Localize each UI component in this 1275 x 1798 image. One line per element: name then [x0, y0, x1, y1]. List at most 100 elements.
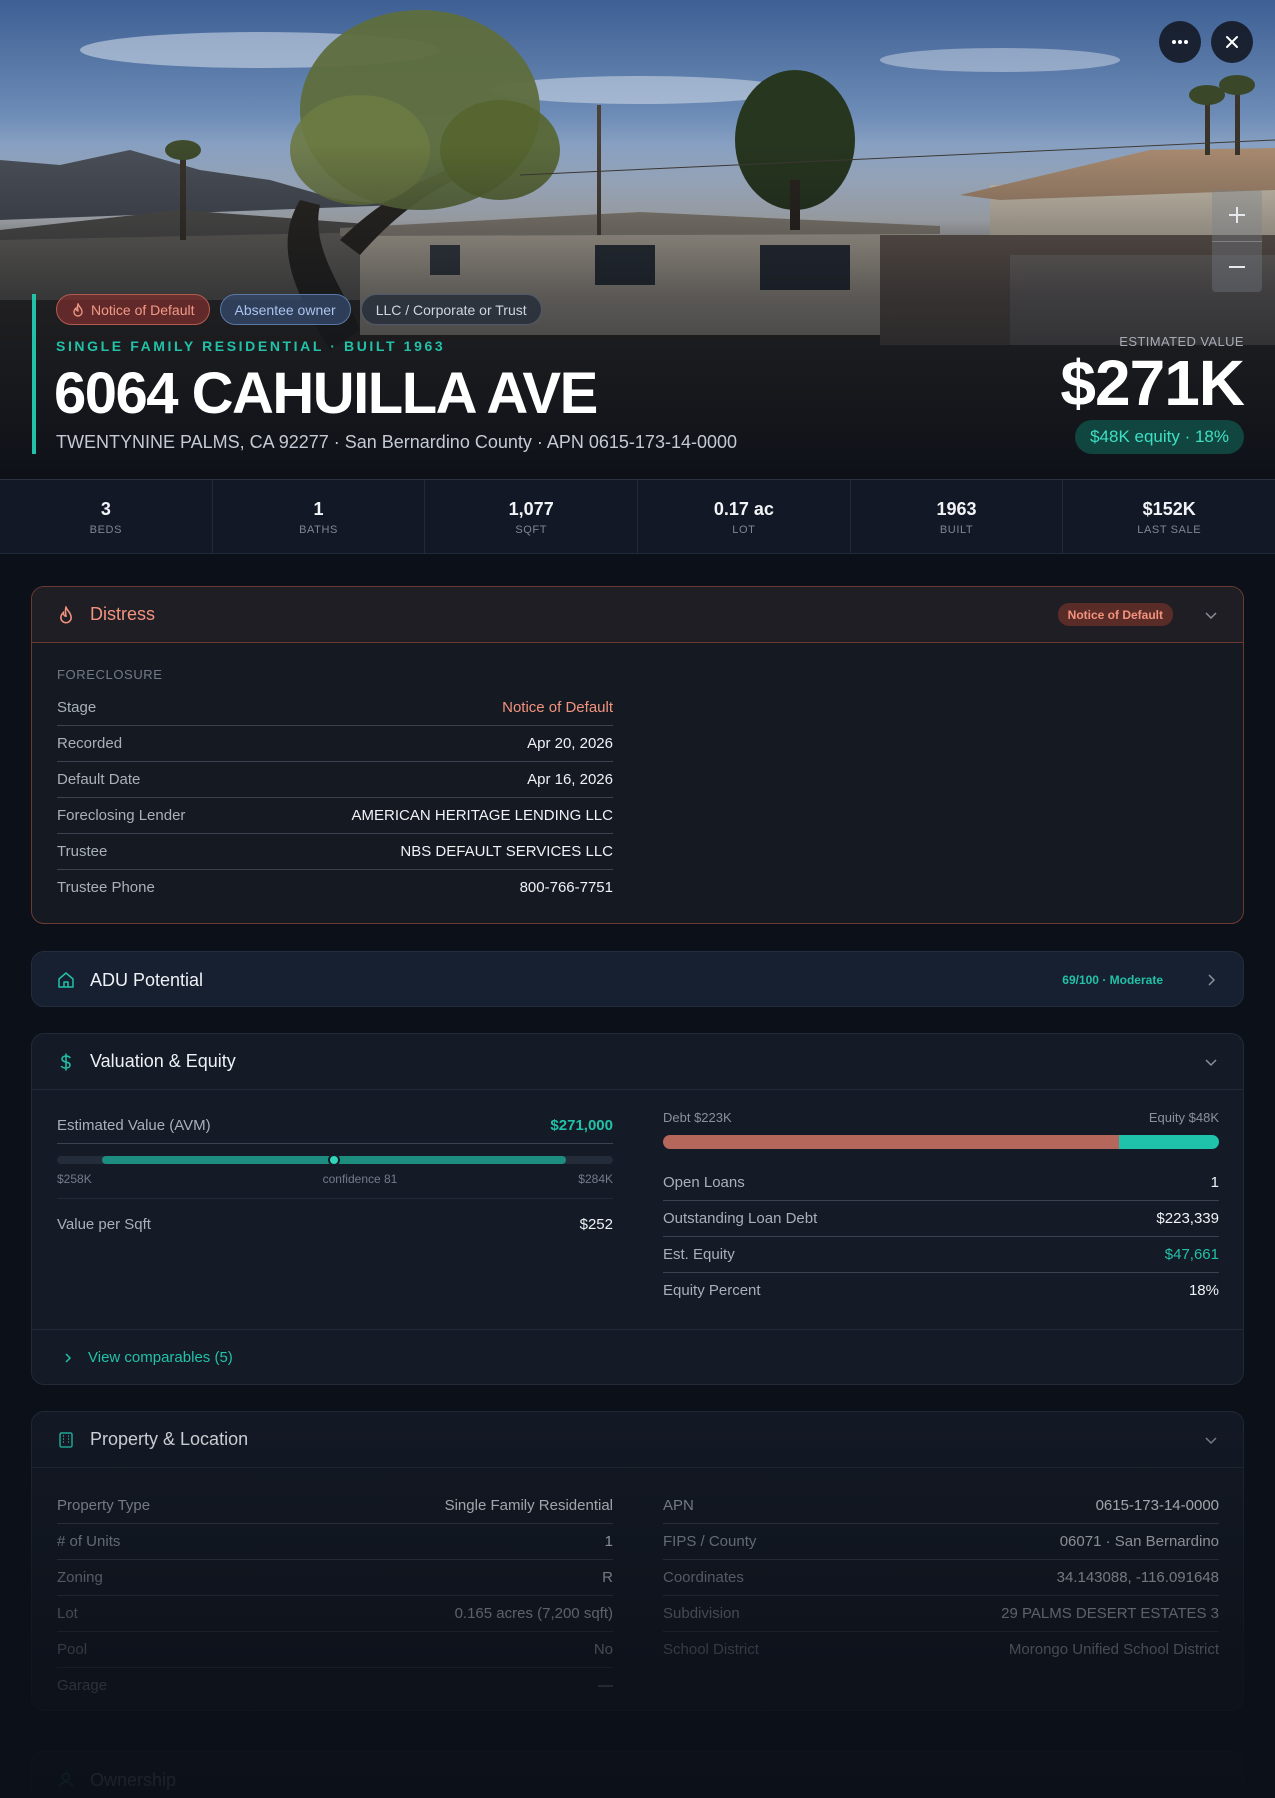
- detail-row: Property Type Single Family Residential: [57, 1487, 613, 1523]
- detail-value: 18%: [1188, 1282, 1219, 1299]
- ownership-title: Ownership: [90, 1769, 177, 1790]
- value-per-sqft-block: Value per Sqft $252: [57, 1206, 613, 1242]
- flame-icon: [73, 302, 83, 317]
- detail-value: Apr 20, 2026: [527, 735, 613, 752]
- chevron-down-icon[interactable]: [1203, 1054, 1219, 1070]
- detail-row: Foreclosing Lender AMERICAN HERITAGE LEN…: [57, 797, 613, 833]
- adu-potential-card[interactable]: ADU Potential 69/100 · Moderate: [31, 951, 1244, 1007]
- person-icon: [56, 1770, 76, 1790]
- detail-value: Notice of Default: [502, 698, 613, 716]
- debt-label: Debt $223K: [663, 1110, 732, 1125]
- tag-label: LLC / Corporate or Trust: [375, 301, 527, 318]
- detail-value: —: [598, 1677, 613, 1694]
- detail-row: School District Morongo Unified School D…: [663, 1631, 1219, 1667]
- chevron-right-icon[interactable]: [1203, 972, 1219, 988]
- tag-absentee-owner[interactable]: Absentee owner: [219, 294, 351, 325]
- valuation-header[interactable]: Valuation & Equity: [32, 1034, 1243, 1090]
- divider: [57, 1198, 613, 1199]
- detail-value: 1: [604, 1533, 613, 1550]
- avm-label: Estimated Value (AVM): [57, 1117, 211, 1134]
- detail-key: APN: [663, 1496, 694, 1514]
- equity-bar: [1119, 1135, 1219, 1149]
- stat-built: 1963 BUILT: [849, 480, 1063, 553]
- stat-label: BEDS: [89, 524, 123, 536]
- detail-row: Open Loans 1: [663, 1164, 1219, 1200]
- distress-badge: Notice of Default: [1057, 603, 1173, 626]
- chevron-down-icon[interactable]: [1203, 1432, 1219, 1448]
- range-high-label: $284K: [578, 1172, 613, 1186]
- view-comparables-link[interactable]: View comparables (5): [32, 1329, 1243, 1384]
- range-low-label: $258K: [57, 1172, 92, 1186]
- avm-block: Estimated Value (AVM) $271,000: [57, 1108, 613, 1144]
- stat-label: BUILT: [939, 524, 974, 536]
- property-header[interactable]: Property & Location: [32, 1412, 1243, 1468]
- detail-row: Equity Percent 18%: [663, 1272, 1219, 1308]
- minus-icon: [1229, 265, 1245, 268]
- debt-bar: [663, 1135, 1119, 1149]
- stat-label: LAST SALE: [1137, 524, 1202, 536]
- ownership-header[interactable]: Ownership: [32, 1752, 1243, 1798]
- detail-key: Recorded: [57, 735, 123, 752]
- tag-llc-corporate-trust[interactable]: LLC / Corporate or Trust: [360, 294, 542, 325]
- detail-row: APN 0615-173-14-0000: [663, 1487, 1219, 1523]
- stat-value: 1963: [936, 499, 977, 519]
- zoom-in-button[interactable]: [1212, 190, 1262, 241]
- detail-key: Pool: [57, 1641, 88, 1658]
- detail-row: Pool No: [57, 1631, 613, 1667]
- detail-value: 06071 · San Bernardino: [1059, 1533, 1219, 1550]
- detail-row: Stage Notice of Default: [57, 689, 613, 725]
- detail-key: Equity Percent: [663, 1282, 761, 1299]
- adu-score-badge: 69/100 · Moderate: [1062, 973, 1163, 987]
- close-button[interactable]: [1211, 21, 1253, 63]
- detail-key: Trustee Phone: [57, 879, 155, 896]
- ownership-card: Ownership: [31, 1751, 1244, 1798]
- detail-row: Zoning R: [57, 1559, 613, 1595]
- detail-key: Subdivision: [663, 1605, 740, 1622]
- flame-icon: [56, 605, 76, 625]
- stat-value: 1,077: [508, 499, 554, 519]
- detail-key: Est. Equity: [663, 1246, 735, 1263]
- detail-key: Coordinates: [663, 1569, 744, 1586]
- property-details-right: APN 0615-173-14-0000 FIPS / County 06071…: [663, 1487, 1219, 1667]
- stat-lot: 0.17 ac LOT: [637, 480, 850, 553]
- stat-label: LOT: [732, 524, 756, 536]
- comparables-label: View comparables (5): [88, 1349, 233, 1366]
- chevron-right-icon: [65, 1352, 72, 1363]
- detail-row: Trustee Phone 800-766-7751: [57, 869, 613, 905]
- zoom-out-button[interactable]: [1212, 240, 1262, 293]
- detail-key: Value per Sqft: [57, 1215, 151, 1233]
- valuation-title: Valuation & Equity: [90, 1051, 236, 1071]
- detail-value: 800-766-7751: [519, 879, 613, 896]
- detail-key: Property Type: [57, 1496, 151, 1514]
- property-title: Property & Location: [90, 1429, 249, 1449]
- detail-row: # of Units 1: [57, 1523, 613, 1559]
- detail-key: FIPS / County: [663, 1533, 757, 1550]
- detail-row: Coordinates 34.143088, -116.091648: [663, 1559, 1219, 1595]
- tag-notice-of-default[interactable]: Notice of Default: [56, 294, 210, 325]
- tag-label: Absentee owner: [234, 301, 336, 318]
- detail-row: Garage —: [57, 1667, 613, 1703]
- detail-value: 0615-173-14-0000: [1095, 1496, 1219, 1514]
- adu-header[interactable]: ADU Potential 69/100 · Moderate: [32, 952, 1243, 1006]
- plus-icon: [1229, 207, 1245, 224]
- hero-tags: Notice of Default Absentee owner LLC / C…: [56, 294, 542, 325]
- detail-value: No: [593, 1641, 613, 1658]
- close-icon: [1226, 36, 1238, 48]
- chevron-down-icon[interactable]: [1203, 607, 1219, 623]
- stat-value: 0.17 ac: [713, 499, 774, 519]
- property-location-card: Property & Location Property Type Single…: [31, 1411, 1244, 1711]
- property-details-left: Property Type Single Family Residential …: [57, 1487, 613, 1703]
- avm-value-marker: [328, 1154, 340, 1166]
- detail-value: Morongo Unified School District: [1008, 1641, 1219, 1658]
- hero-accent-bar: [32, 294, 36, 454]
- detail-value: 1: [1210, 1173, 1219, 1191]
- equity-label: Equity $48K: [1148, 1110, 1219, 1125]
- detail-key: Garage: [57, 1677, 108, 1694]
- distress-header[interactable]: Distress Notice of Default: [32, 587, 1243, 643]
- valuation-equity-card: Valuation & Equity Estimated Value (AVM)…: [31, 1033, 1244, 1385]
- detail-value: Single Family Residential: [444, 1496, 613, 1514]
- avm-value: $271,000: [550, 1117, 613, 1134]
- more-options-button[interactable]: [1159, 21, 1201, 63]
- detail-row: Value per Sqft $252: [57, 1206, 613, 1242]
- stat-last-sale: $152K LAST SALE: [1062, 480, 1275, 553]
